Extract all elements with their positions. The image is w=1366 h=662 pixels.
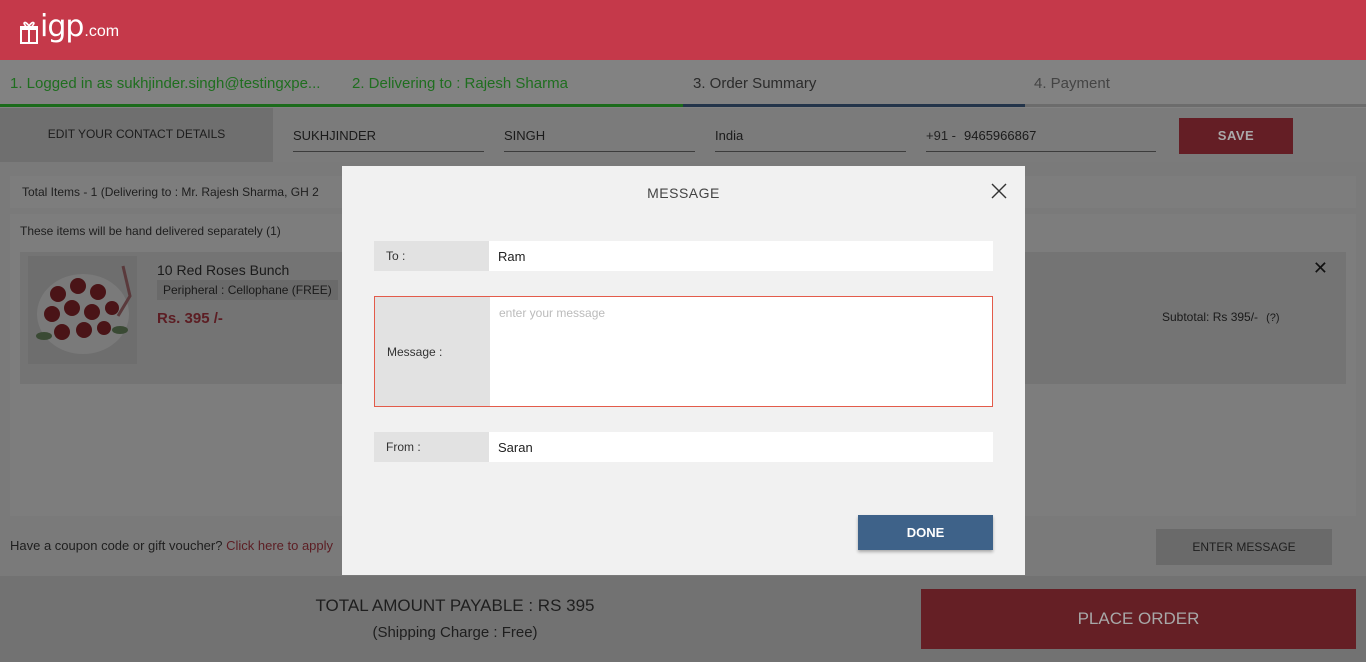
checkout-steps: 1. Logged in as sukhjinder.singh@testing…	[0, 60, 1366, 108]
last-name-field[interactable]: SINGH	[504, 126, 695, 152]
phone-field[interactable]: +91 - 9465966867	[926, 126, 1156, 152]
from-row: From : Saran	[374, 432, 993, 462]
to-row: To : Ram	[374, 241, 993, 271]
first-name-field[interactable]: SUKHJINDER	[293, 126, 484, 152]
step-payment[interactable]: 4. Payment	[1034, 60, 1354, 108]
subtotal-text: Subtotal: Rs 395/-	[1162, 310, 1259, 324]
top-header: igp .com	[0, 0, 1366, 60]
place-order-button[interactable]: PLACE ORDER	[921, 589, 1356, 649]
phone-number: 9465966867	[964, 128, 1037, 143]
coupon-text: Have a coupon code or gift voucher?	[10, 538, 223, 553]
country-field[interactable]: India	[715, 126, 906, 152]
from-label: From :	[374, 432, 489, 462]
brand-tld: .com	[84, 23, 120, 40]
step-login[interactable]: 1. Logged in as sukhjinder.singh@testing…	[10, 60, 342, 108]
step-progress-pending	[1025, 104, 1366, 107]
coupon-prompt: Have a coupon code or gift voucher? Clic…	[10, 538, 333, 553]
from-input[interactable]: Saran	[489, 432, 993, 462]
close-icon[interactable]	[988, 180, 1010, 202]
step-delivery[interactable]: 2. Delivering to : Rajesh Sharma	[352, 60, 682, 108]
total-amount: TOTAL AMOUNT PAYABLE : RS 395	[315, 596, 595, 615]
product-peripheral: Peripheral : Cellophane (FREE)	[157, 280, 338, 300]
message-row: Message : enter your message	[374, 296, 993, 407]
message-textarea[interactable]: enter your message	[490, 297, 992, 406]
subtotal-help-icon[interactable]: (?)	[1266, 312, 1279, 324]
contact-details-label: EDIT YOUR CONTACT DETAILS	[0, 108, 273, 162]
to-input[interactable]: Ram	[489, 241, 993, 271]
save-button[interactable]: SAVE	[1179, 118, 1293, 154]
step-progress-active	[683, 104, 1025, 107]
order-footer: TOTAL AMOUNT PAYABLE : RS 395 (Shipping …	[0, 576, 1366, 662]
apply-coupon-link[interactable]: Click here to apply	[226, 538, 333, 553]
remove-item-icon[interactable]: ✕	[1313, 258, 1328, 279]
product-price: Rs. 395 /-	[157, 310, 223, 327]
shipping-charge: (Shipping Charge : Free)	[372, 624, 538, 641]
product-image	[28, 256, 137, 364]
contact-details-bar: EDIT YOUR CONTACT DETAILS SUKHJINDER SIN…	[0, 108, 1366, 162]
enter-message-button[interactable]: ENTER MESSAGE	[1156, 529, 1332, 565]
igp-logo[interactable]: igp .com	[20, 9, 120, 44]
done-button[interactable]: DONE	[858, 515, 993, 550]
items-heading: These items will be hand delivered separ…	[20, 224, 281, 238]
message-label: Message :	[375, 297, 490, 406]
message-modal: MESSAGE To : Ram Message : enter your me…	[342, 166, 1025, 575]
item-subtotal: Subtotal: Rs 395/- (?)	[1162, 310, 1280, 324]
phone-country-code: +91 -	[926, 128, 956, 143]
product-name[interactable]: 10 Red Roses Bunch	[157, 262, 289, 278]
to-label: To :	[374, 241, 489, 271]
step-progress-done	[0, 104, 683, 107]
brand-name: igp	[40, 9, 84, 44]
step-order-summary[interactable]: 3. Order Summary	[693, 60, 1023, 108]
modal-title: MESSAGE	[647, 185, 720, 201]
gift-icon	[20, 20, 38, 44]
